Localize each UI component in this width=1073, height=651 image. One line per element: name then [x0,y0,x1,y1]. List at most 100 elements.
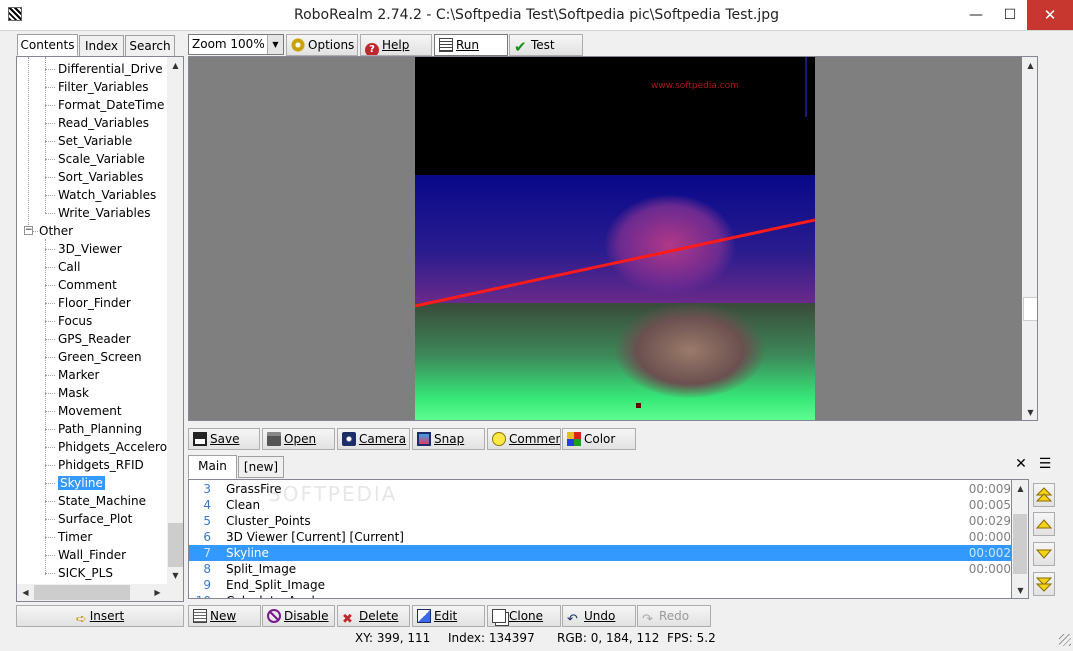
run-button[interactable]: Run [434,34,508,56]
options-button[interactable]: Options [286,34,358,56]
chevron-down-icon[interactable]: ▼ [267,35,283,54]
tree-item[interactable]: Phidgets_Accelerometer [58,438,183,456]
scroll-thumb[interactable] [1013,514,1027,574]
pipeline-row[interactable]: 6 3D Viewer [Current] [Current] 00:000 [189,529,1011,545]
pipeline-row-num: 8 [203,562,211,576]
test-button[interactable]: ✔ Test [509,34,583,56]
clone-button[interactable]: Clone [487,605,561,627]
tree-item-selected[interactable]: Skyline [58,474,105,492]
insert-button[interactable]: ➪ Insert [16,605,184,627]
tree-item[interactable]: Phidgets_RFID [58,456,144,474]
snap-button[interactable]: Snap [412,428,485,450]
scroll-down-icon[interactable]: ▼ [167,567,183,584]
edit-label: Edit [434,609,458,623]
camera-button[interactable]: Camera [337,428,410,450]
pipeline-row[interactable]: 10 Calculate_Angle [189,593,1011,598]
pipeline-vertical-scrollbar[interactable]: ▲ ▼ [1012,479,1029,599]
tree-item[interactable]: Comment [58,276,117,294]
tree-item[interactable]: Sort_Variables [58,168,143,186]
new-button[interactable]: New [188,605,261,627]
pipeline-row[interactable]: 3 GrassFire 00:009 [189,481,1011,497]
tree-item[interactable]: GPS_Reader [58,330,131,348]
tree-item[interactable]: Write_Variables [58,204,151,222]
scroll-down-icon[interactable]: ▼ [1022,404,1037,420]
tree-vertical-scrollbar[interactable]: ▲ ▼ [167,57,183,601]
help-button[interactable]: ? Help [360,34,432,56]
tree-item[interactable]: Differential_Drive [58,60,163,78]
scroll-thumb-horizontal[interactable] [34,585,130,600]
tab-search[interactable]: Search [125,35,175,57]
tree-item[interactable]: State_Machine [58,492,146,510]
tree-item[interactable]: SICK_PLS [58,564,113,582]
disable-button[interactable]: Disable [262,605,335,627]
tree-item[interactable]: 3D_Viewer [58,240,122,258]
resize-grip-icon[interactable] [1059,634,1071,646]
zoom-select[interactable]: Zoom 100% ▼ [188,34,284,55]
redo-button[interactable]: ↷ Redo [637,605,711,627]
tree-item[interactable]: Floor_Finder [58,294,131,312]
tree-item[interactable]: Format_DateTime [58,96,164,114]
scroll-up-icon[interactable]: ▲ [1022,57,1037,74]
scroll-thumb[interactable] [1023,297,1037,321]
module-tree[interactable]: Differential_Drive Filter_Variables Format… [16,56,184,602]
pipeline-row[interactable]: 8 Split_Image 00:000 [189,561,1011,577]
tree-item[interactable]: Focus [58,312,92,330]
tab-contents[interactable]: Contents [17,34,78,56]
tree-item[interactable]: Scale_Variable [58,150,145,168]
save-label: Save [210,432,240,446]
tree-item[interactable]: Marker [58,366,99,384]
insert-label: Insert [89,609,125,623]
tree-item[interactable]: Set_Variable [58,132,132,150]
tree-item[interactable]: Timer [58,528,92,546]
menu-icon[interactable]: ☰ [1037,456,1053,472]
maximize-button[interactable]: ☐ [993,0,1027,30]
tree-item[interactable]: Wall_Finder [58,546,126,564]
scroll-thumb[interactable] [168,523,183,567]
tab-main[interactable]: Main [188,455,237,479]
move-up-button[interactable] [1033,512,1055,536]
collapse-icon[interactable]: − [24,226,33,235]
close-pipeline-icon[interactable]: ✕ [1013,456,1029,472]
tree-item[interactable]: Green_Screen [58,348,142,366]
pipeline-row[interactable]: 5 Cluster_Points 00:029 [189,513,1011,529]
pipeline-list[interactable]: 3 GrassFire 00:009 4 Clean 00:005 5 Cluster_Poi… [188,479,1012,599]
tab-index[interactable]: Index [79,35,124,57]
tree-item[interactable]: Filter_Variables [58,78,149,96]
move-down-button[interactable] [1033,542,1055,566]
tree-item[interactable]: Watch_Variables [58,186,156,204]
pipeline-row-selected[interactable]: 7 Skyline 00:002 [189,545,1011,561]
color-button[interactable]: Color [562,428,636,450]
save-button[interactable]: Save [188,428,260,450]
checkmark-icon: ✔ [514,38,527,56]
scroll-right-icon[interactable]: ▶ [149,584,166,601]
floppy-disk-icon [193,432,207,446]
move-to-bottom-button[interactable] [1033,572,1055,596]
scroll-up-icon[interactable]: ▲ [167,57,183,74]
minimize-button[interactable]: — [959,0,993,30]
tree-item[interactable]: Path_Planning [58,420,142,438]
comment-button[interactable]: Comment [487,428,561,450]
tree-connector [45,87,55,88]
scroll-up-icon[interactable]: ▲ [1012,480,1029,497]
image-canvas[interactable]: www.softpedia.com ▲ ▼ [188,56,1038,421]
pipeline-row[interactable]: 4 Clean 00:005 [189,497,1011,513]
tree-group-other[interactable]: Other [39,222,73,240]
tree-item[interactable]: Mask [58,384,89,402]
edit-button[interactable]: Edit [412,605,485,627]
tree-item[interactable]: Call [58,258,80,276]
delete-button[interactable]: ✖ Delete [337,605,410,627]
close-button[interactable]: ✕ [1027,0,1073,30]
canvas-vertical-scrollbar[interactable]: ▲ ▼ [1022,57,1037,420]
move-to-top-button[interactable] [1033,483,1055,507]
tree-item[interactable]: Surface_Plot [58,510,132,528]
tree-horizontal-scrollbar[interactable]: ◀ ▶ [17,584,167,601]
tree-item[interactable]: Read_Variables [58,114,149,132]
open-button[interactable]: Open [262,428,335,450]
tree-connector [45,555,55,556]
scroll-down-icon[interactable]: ▼ [1012,582,1029,599]
tree-item[interactable]: Movement [58,402,122,420]
scroll-left-icon[interactable]: ◀ [17,584,34,601]
undo-button[interactable]: ↶ Undo [562,605,636,627]
tab-new[interactable]: [new] [238,456,284,478]
pipeline-row[interactable]: 9 End_Split_Image [189,577,1011,593]
